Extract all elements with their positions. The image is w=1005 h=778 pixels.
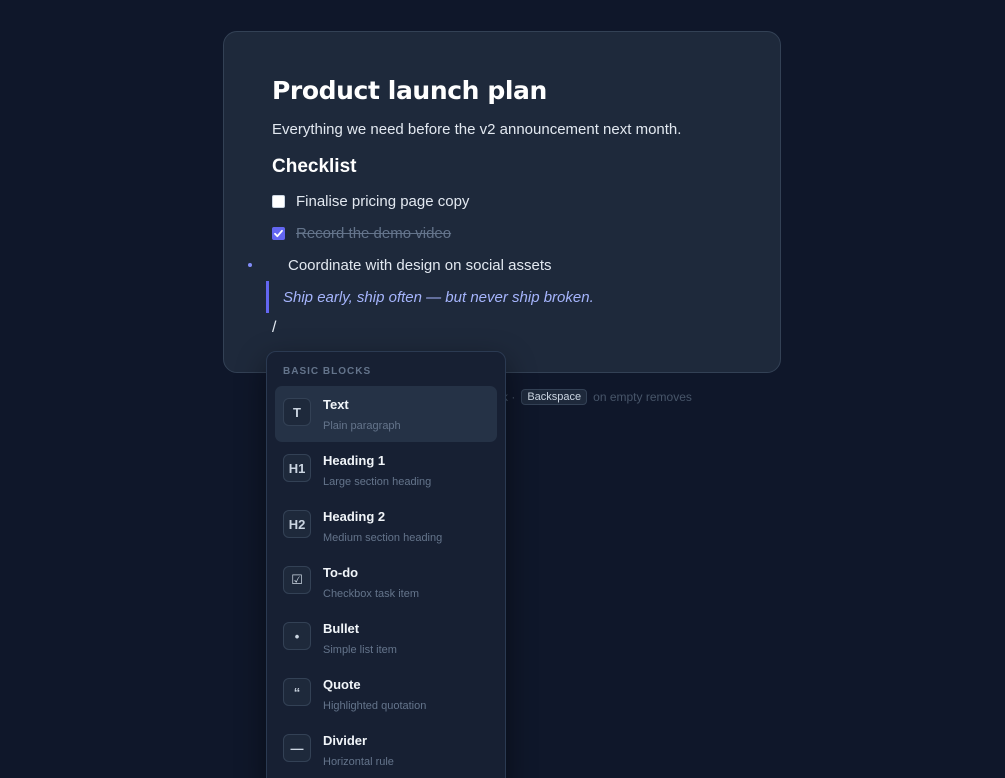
menu-item-text[interactable]: T Text Plain paragraph <box>275 386 497 442</box>
bullet-item: Coordinate with design on social assets <box>248 255 551 275</box>
menu-item-bullet[interactable]: • Bullet Simple list item <box>275 610 497 666</box>
menu-item-divider[interactable]: — Divider Horizontal rule <box>275 722 497 778</box>
heading-2-icon: H2 <box>283 510 311 538</box>
divider-icon: — <box>283 734 311 762</box>
intro-paragraph[interactable]: Everything we need before the v2 announc… <box>272 121 681 138</box>
page: Product launch plan Everything we need b… <box>0 0 1005 778</box>
menu-item-title: Quote <box>323 677 361 692</box>
todo-checkbox-checked[interactable] <box>272 226 285 240</box>
backspace-key: Backspace <box>521 389 588 405</box>
todo-checkbox[interactable] <box>272 194 285 208</box>
menu-item-description: Large section heading <box>323 476 432 488</box>
menu-item-title: Heading 1 <box>323 453 386 468</box>
menu-item-description: Medium section heading <box>323 532 443 544</box>
menu-item-title: Text <box>323 397 349 412</box>
menu-item-heading-1[interactable]: H1 Heading 1 Large section heading <box>275 442 497 498</box>
menu-item-title: Bullet <box>323 621 360 636</box>
menu-item-title: To-do <box>323 565 359 580</box>
menu-section-heading: BASIC BLOCKS <box>283 366 372 377</box>
menu-item-description: Plain paragraph <box>323 420 401 432</box>
checklist-heading[interactable]: Checklist <box>272 156 356 178</box>
heading-1-icon: H1 <box>283 454 311 482</box>
menu-item-heading-2[interactable]: H2 Heading 2 Medium section heading <box>275 498 497 554</box>
menu-item-description: Horizontal rule <box>323 756 394 768</box>
menu-item-description: Checkbox task item <box>323 588 419 600</box>
menu-item-description: Simple list item <box>323 644 397 656</box>
editor-card: Product launch plan Everything we need b… <box>223 31 781 373</box>
todo-label-done[interactable]: Record the demo video <box>296 225 451 242</box>
menu-item-title: Heading 2 <box>323 509 386 524</box>
slash-command-menu: BASIC BLOCKS T Text Plain paragraph H1 H… <box>266 351 506 778</box>
menu-item-description: Highlighted quotation <box>323 700 427 712</box>
menu-item-title: Divider <box>323 733 368 748</box>
slash-command-input[interactable]: / <box>272 319 276 337</box>
bullet-text[interactable]: Coordinate with design on social assets <box>288 257 551 274</box>
menu-item-todo[interactable]: ☑ To-do Checkbox task item <box>275 554 497 610</box>
text-icon: T <box>283 398 311 426</box>
bullet-dot-icon <box>248 263 252 267</box>
checkbox-icon: ☑ <box>283 566 311 594</box>
todo-item: Record the demo video <box>272 223 451 243</box>
page-title[interactable]: Product launch plan <box>272 76 547 105</box>
hint-suffix: on empty removes <box>593 390 692 404</box>
menu-item-quote[interactable]: “ Quote Highlighted quotation <box>275 666 497 722</box>
keyboard-hint: ck · Backspace on empty removes <box>496 387 692 407</box>
todo-label[interactable]: Finalise pricing page copy <box>296 193 469 210</box>
bullet-icon: • <box>283 622 311 650</box>
quote-icon: “ <box>283 678 311 706</box>
quote-block[interactable]: Ship early, ship often — but never ship … <box>266 281 594 313</box>
todo-item: Finalise pricing page copy <box>272 191 469 211</box>
checkmark-icon <box>274 229 283 237</box>
